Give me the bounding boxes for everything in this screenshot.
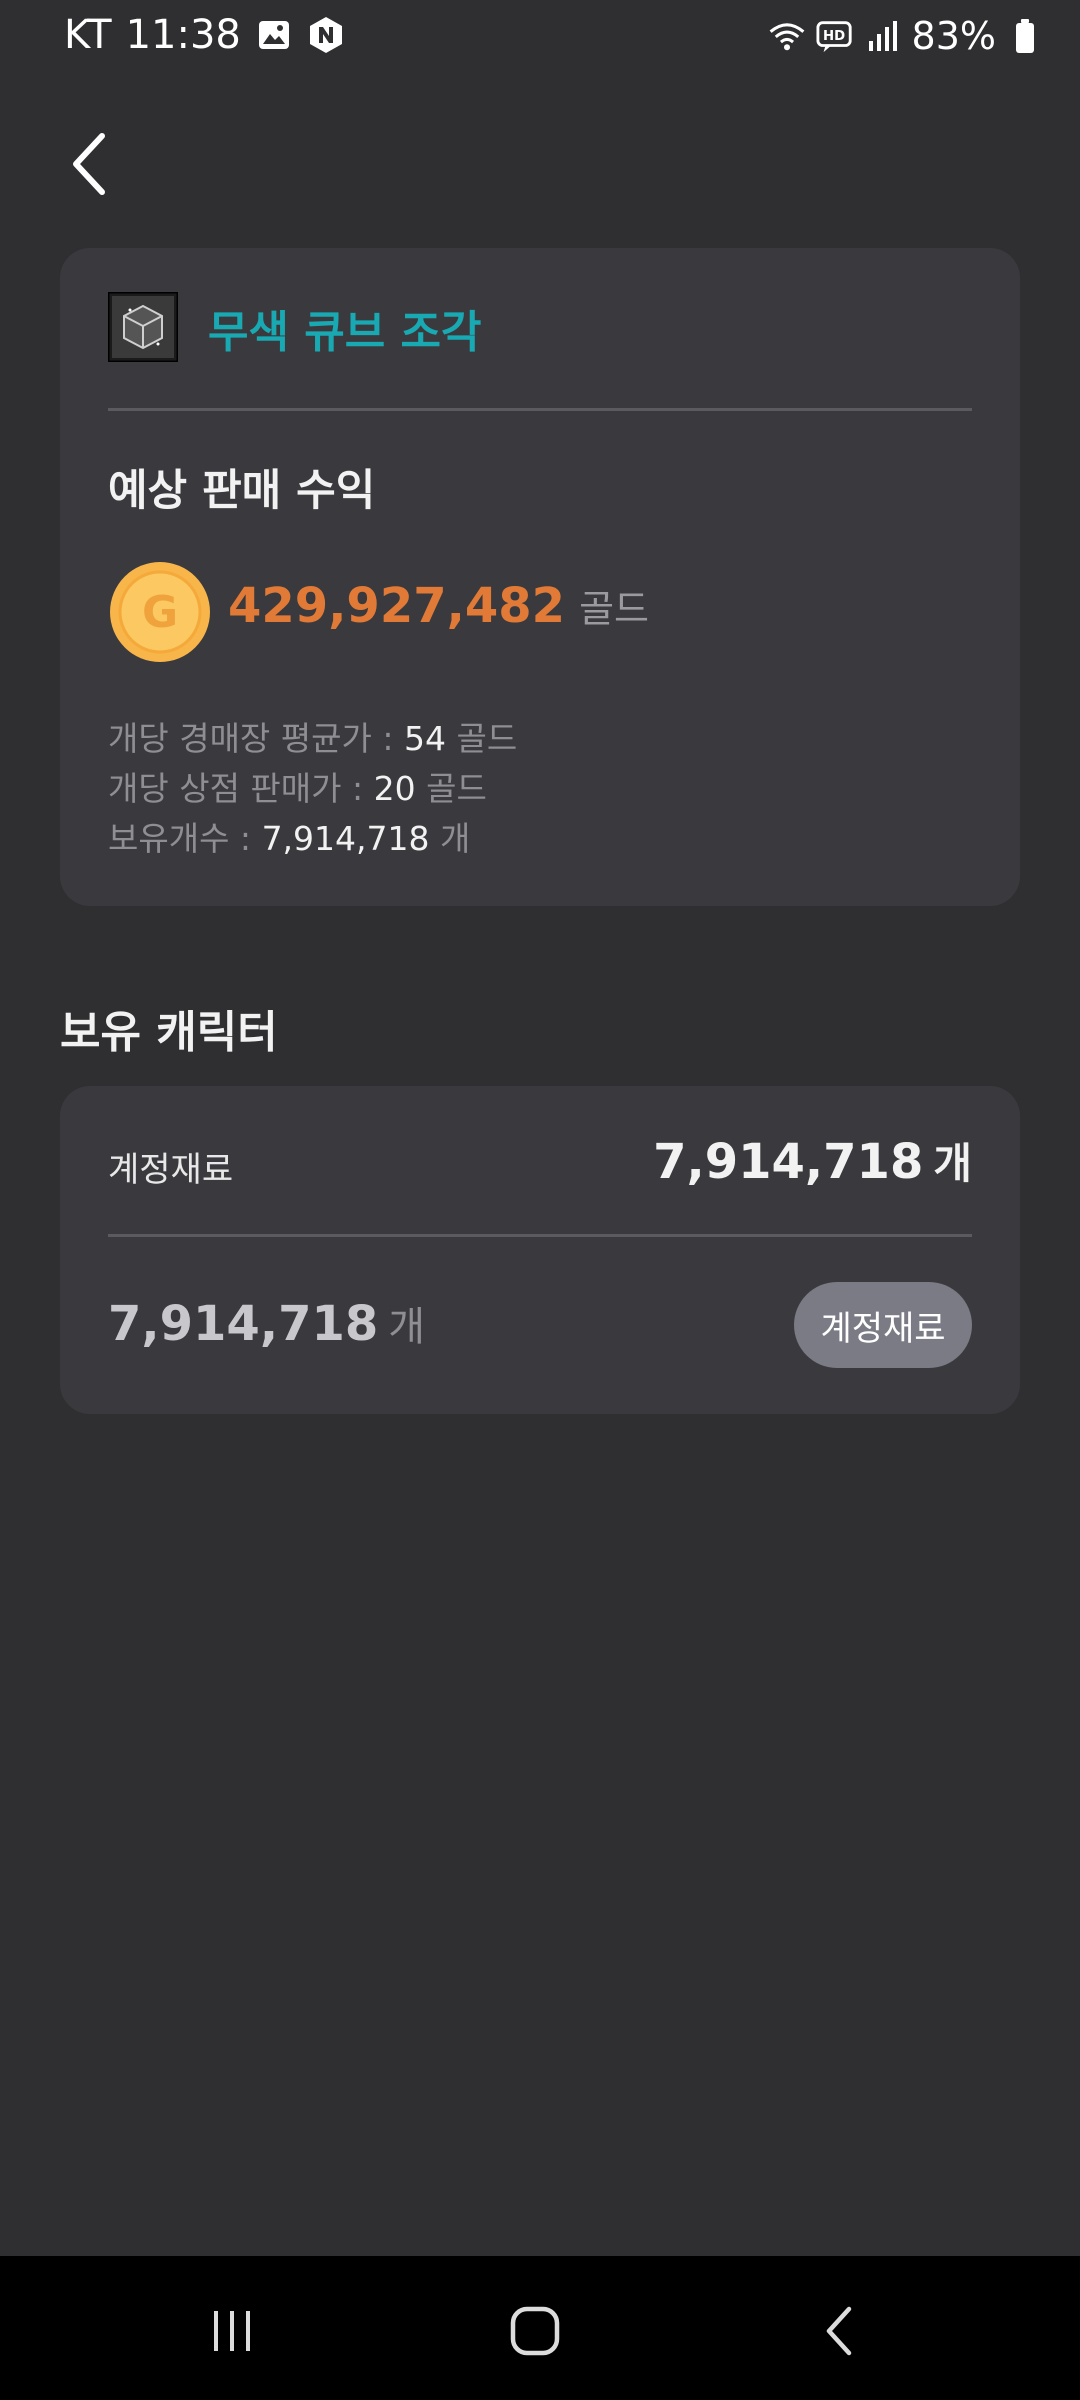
account-count-value: 7,914,718 — [653, 1134, 924, 1190]
shop-unit: 골드 — [426, 769, 487, 808]
row-count-unit: 개 — [388, 1304, 426, 1350]
account-material-label: 계정재료 — [108, 1150, 234, 1190]
account-material-total: 7,914,718 개 — [653, 1130, 972, 1191]
owned-unit: 개 — [440, 819, 471, 858]
shop-sell-price: 개당 상점 판매가 : 20 골드 — [108, 762, 487, 810]
system-nav-bar — [0, 2256, 1080, 2400]
carrier-label: KT — [64, 12, 112, 58]
auction-value: 54 — [403, 719, 446, 758]
home-button[interactable] — [495, 2296, 575, 2366]
recent-apps-button[interactable] — [192, 2296, 272, 2366]
owned-characters-title: 보유 캐릭터 — [60, 1007, 278, 1058]
back-button[interactable] — [60, 124, 124, 204]
battery-icon — [1006, 17, 1044, 55]
signal-icon — [864, 17, 902, 55]
nav-back-button[interactable] — [800, 2296, 880, 2366]
shop-value: 20 — [373, 769, 416, 808]
naver-icon — [307, 16, 345, 54]
divider — [108, 408, 972, 411]
hd-voice-icon: HD — [816, 17, 854, 55]
status-bar: KT 11:38 HD 83% — [0, 0, 1080, 80]
auction-label: 개당 경매장 평균가 : — [108, 719, 394, 758]
cube-fragment-icon — [106, 290, 180, 364]
wifi-icon — [768, 17, 806, 55]
character-row-count: 7,914,718 개 — [108, 1294, 425, 1352]
time-label: 11:38 — [125, 12, 241, 58]
recent-apps-icon — [214, 2311, 250, 2351]
gallery-icon — [255, 16, 293, 54]
gold-coin-icon: G — [108, 560, 212, 664]
svg-text:G: G — [142, 587, 178, 638]
expected-profit-value: 429,927,482 — [228, 578, 566, 634]
item-name: 무색 큐브 조각 — [208, 307, 482, 358]
owned-value: 7,914,718 — [261, 819, 430, 858]
item-summary-card: 무색 큐브 조각 예상 판매 수익 G 429,927,482 골드 개당 경매… — [60, 248, 1020, 906]
account-material-chip[interactable]: 계정재료 — [794, 1282, 972, 1368]
auction-average-price: 개당 경매장 평균가 : 54 골드 — [108, 712, 517, 760]
owned-label: 보유개수 : — [108, 819, 252, 858]
shop-label: 개당 상점 판매가 : — [108, 769, 364, 808]
chevron-left-icon — [73, 133, 105, 195]
owned-characters-card: 계정재료 7,914,718 개 7,914,718 개 계정재료 — [60, 1086, 1020, 1414]
expected-profit-title: 예상 판매 수익 — [108, 466, 376, 516]
divider — [108, 1234, 972, 1237]
row-count-value: 7,914,718 — [108, 1296, 379, 1352]
battery-percent: 83% — [911, 14, 996, 58]
account-count-unit: 개 — [933, 1139, 972, 1188]
gold-unit: 골드 — [579, 587, 649, 631]
auction-unit: 골드 — [456, 719, 518, 758]
back-arrow-icon — [826, 2306, 852, 2356]
home-icon — [510, 2306, 560, 2356]
owned-count: 보유개수 : 7,914,718 개 — [108, 812, 470, 860]
svg-text:HD: HD — [822, 29, 844, 44]
